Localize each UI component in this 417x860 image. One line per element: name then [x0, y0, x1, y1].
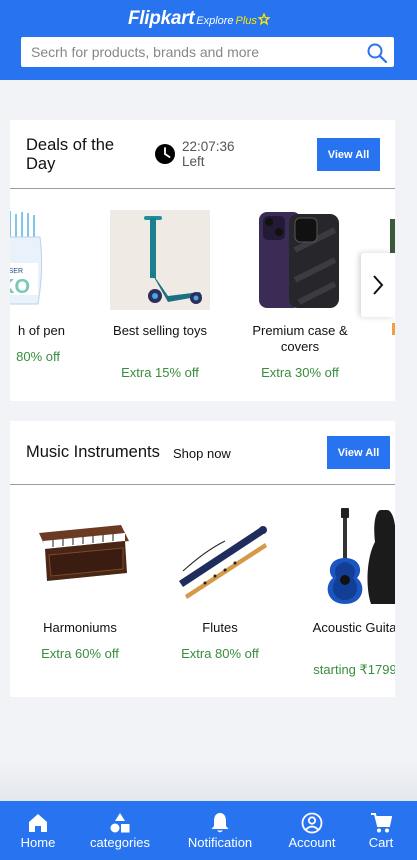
search-input[interactable] [21, 37, 361, 67]
deal-item-name: h of pen [18, 323, 65, 338]
nav-cart[interactable]: Cart [361, 801, 401, 860]
search-bar [21, 37, 394, 67]
nav-categories-label: categories [90, 835, 150, 850]
deal-item-name: Best selling toys [113, 323, 207, 338]
nav-account[interactable]: Account [283, 801, 341, 860]
nav-home-label: Home [20, 835, 56, 850]
flute-image [165, 511, 275, 601]
music-item-offer: Extra 60% off [41, 646, 119, 661]
home-icon [29, 814, 47, 832]
view-all-button[interactable]: View All [317, 138, 380, 171]
music-item[interactable]: Acoustic Guitars starting ₹1799 [300, 506, 395, 681]
brand-plus: Plus [235, 15, 257, 27]
deal-item-offer: Extra 30% off [261, 365, 339, 380]
countdown-timer: 22:07:36 Left [182, 139, 235, 169]
nav-categories[interactable]: categories [84, 801, 156, 860]
phone-case-image [255, 210, 345, 310]
scooter-image [110, 210, 210, 310]
brand-logo[interactable]: Flipkart Explore Plus [128, 8, 270, 30]
brand-name: Flipkart [128, 8, 195, 29]
section-title: Music Instruments [26, 443, 160, 461]
nav-home[interactable]: Home [10, 801, 66, 860]
app-header: Flipkart Explore Plus [0, 0, 417, 80]
deal-item[interactable]: Best selling toys Extra 15% off [100, 209, 220, 380]
music-item[interactable]: Harmoniums Extra 60% off [20, 506, 140, 676]
bottom-fade [0, 760, 417, 802]
deals-of-the-day-section: Deals of the Day 22:07:36 Left View All … [10, 120, 395, 401]
divider [10, 188, 395, 189]
chevron-right-icon [373, 275, 384, 295]
partial-item-text [392, 323, 395, 335]
music-item-name: Harmoniums [43, 620, 117, 635]
search-icon[interactable] [366, 42, 388, 64]
cart-icon [371, 813, 392, 833]
svg-text:AISER: AISER [10, 268, 23, 275]
carousel-next-button[interactable] [361, 253, 395, 317]
music-instruments-section: Music Instruments Shop now View All Harm… [10, 421, 395, 697]
deal-item-name: Premium case & covers [252, 323, 348, 354]
pen-jar-image: AISER KO [10, 209, 48, 309]
deal-item-offer: Extra 15% off [121, 365, 199, 380]
divider [10, 484, 395, 485]
music-item-name: Acoustic Guitars [312, 620, 395, 635]
deal-item-offer: 80% off [16, 349, 60, 364]
categories-icon [110, 813, 130, 833]
nav-cart-label: Cart [368, 835, 394, 850]
deal-item[interactable]: Premium case & covers Extra 30% off [240, 209, 360, 380]
music-item-offer: starting ₹1799 [313, 662, 395, 677]
harmonium-image [25, 511, 135, 601]
view-all-button[interactable]: View All [327, 436, 390, 469]
clock-icon [155, 144, 175, 164]
svg-text:KO: KO [10, 276, 30, 298]
deal-item[interactable]: AISER KO h of pen 80% off [10, 209, 70, 379]
shop-now-link[interactable]: Shop now [173, 446, 231, 461]
nav-notification-label: Notification [187, 835, 253, 850]
guitar-image [315, 506, 395, 606]
nav-account-label: Account [288, 835, 336, 850]
timer-label: Left [182, 154, 205, 169]
section-title: Deals of the Day [26, 136, 115, 173]
music-item-offer: Extra 80% off [181, 646, 259, 661]
brand-explore: Explore [196, 15, 234, 27]
account-icon [301, 812, 323, 834]
plus-star-icon [257, 13, 270, 25]
bell-icon [211, 813, 229, 833]
music-item[interactable]: Flutes Extra 80% off [160, 506, 280, 676]
nav-notification[interactable]: Notification [180, 801, 260, 860]
bottom-navigation: Home categories Notification Account Car… [0, 801, 417, 860]
music-item-name: Flutes [202, 620, 238, 635]
timer-time: 22:07:36 [182, 139, 235, 154]
